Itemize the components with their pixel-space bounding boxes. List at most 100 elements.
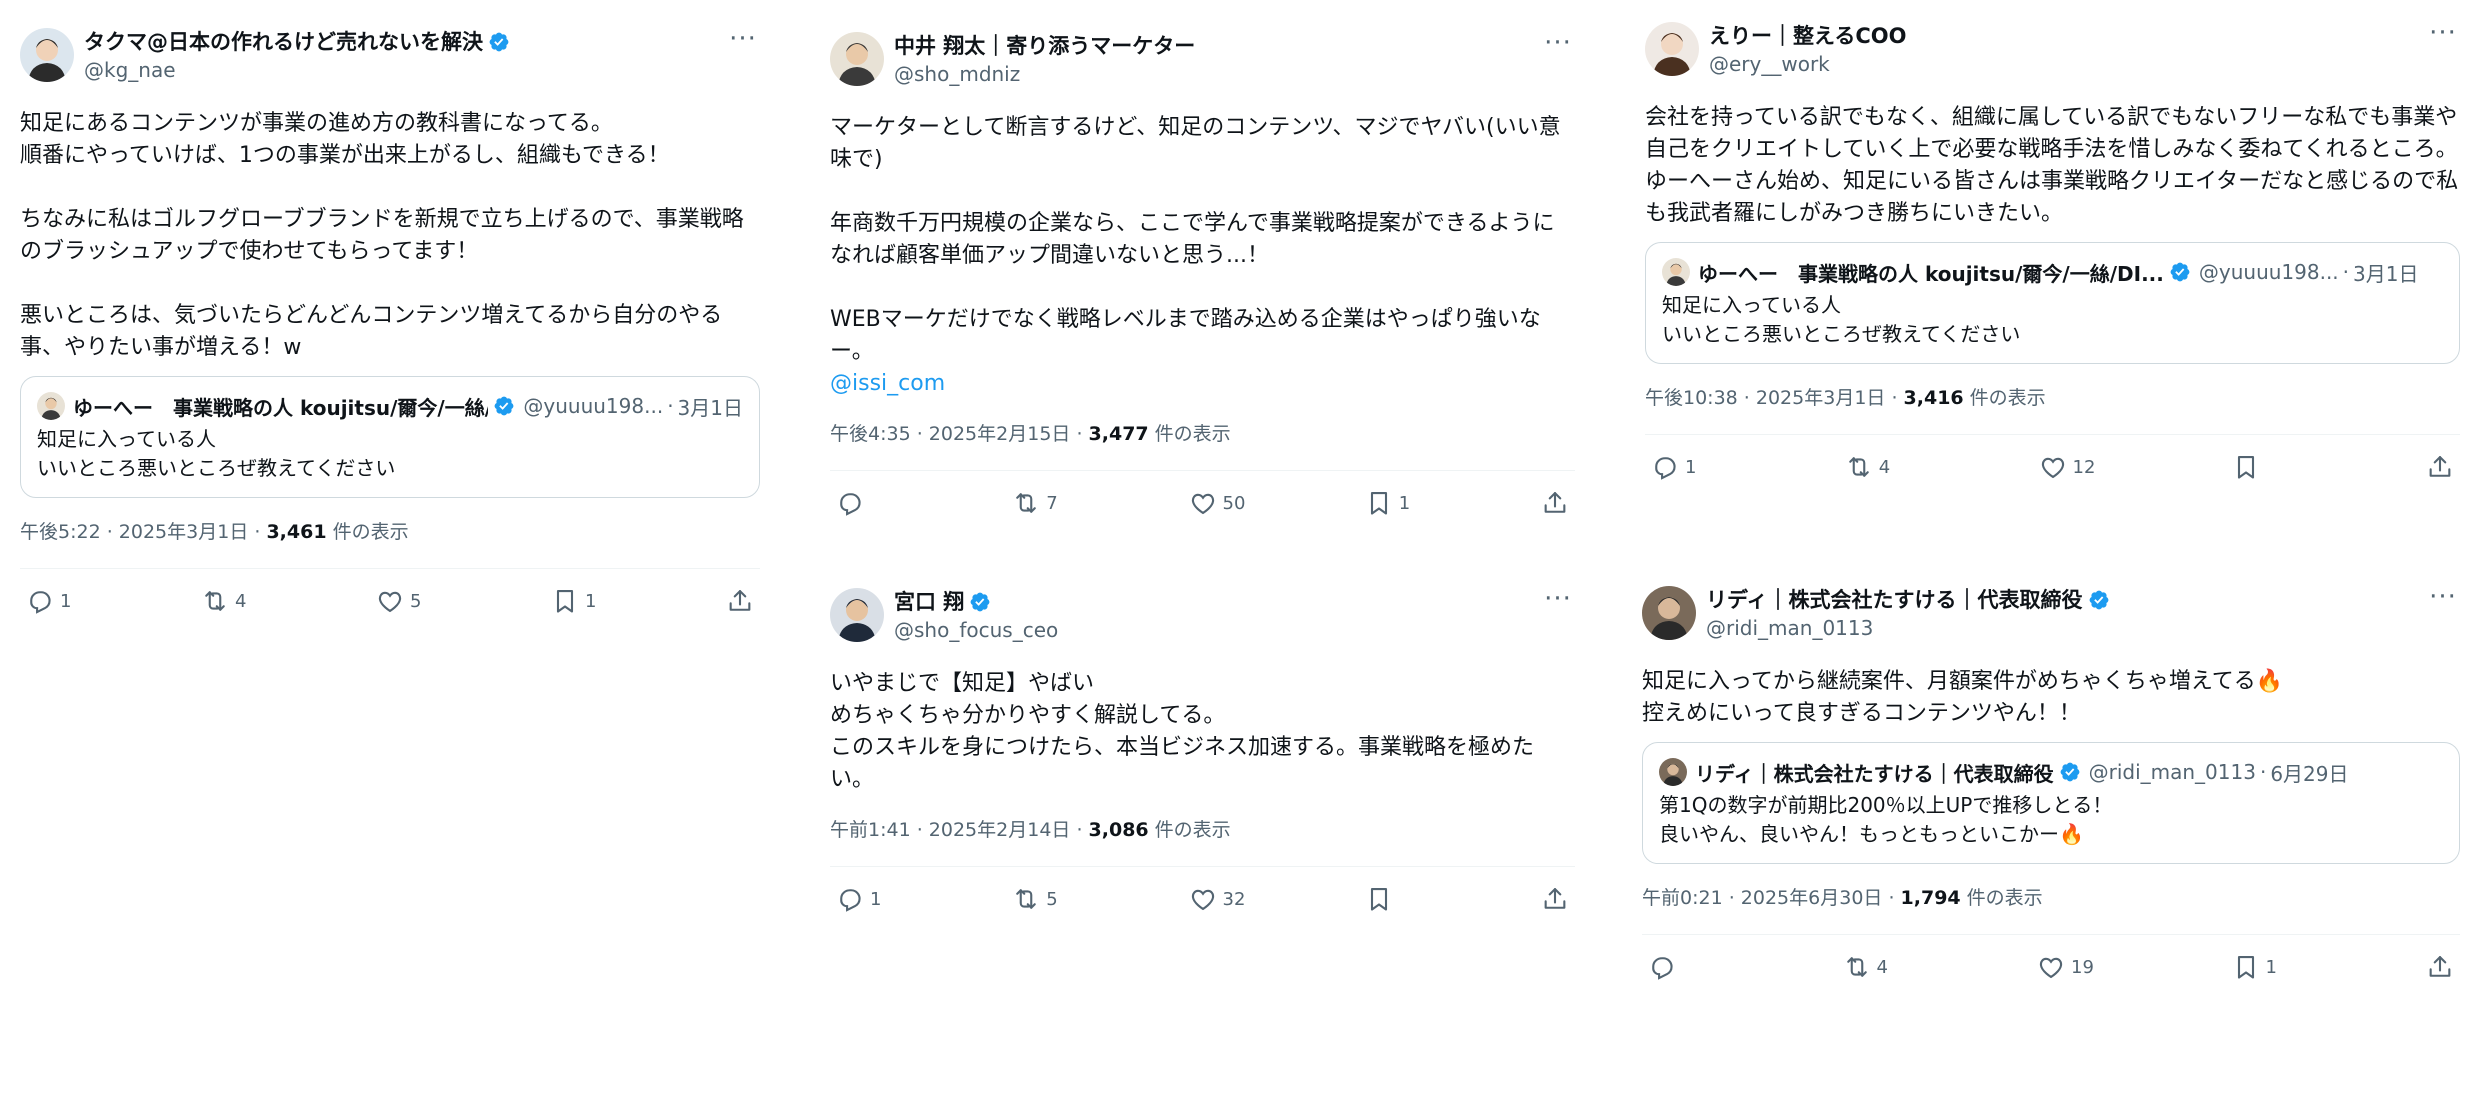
verified-badge-icon <box>2060 762 2080 782</box>
view-count: 3,416 <box>1903 387 1964 409</box>
reply-icon <box>30 591 51 614</box>
retweet-icon <box>1846 957 1867 977</box>
timestamp-text: 午前1:41 · 2025年2月14日 · <box>830 819 1089 841</box>
author-handle[interactable]: @ery__work <box>1709 50 2400 78</box>
retweet-button[interactable]: 4 <box>201 587 261 615</box>
more-options-icon[interactable]: ··· <box>2428 20 2458 48</box>
author-handle[interactable]: @kg_nae <box>84 56 700 84</box>
like-button[interactable]: 32 <box>1189 885 1249 913</box>
tweet-card[interactable]: 宮口 翔 @sho_focus_ceo ··· いやまじで【知足】やばい めちゃくち… <box>830 582 1575 931</box>
author-display-name[interactable]: 中井 翔太｜寄り添うマーケター <box>894 32 1515 60</box>
quoted-author-name: ゆーへー 事業戦略の人 koujitsu/爾今/一絲/DI... <box>73 395 489 420</box>
tweet-text-content: いやまじで【知足】やばい めちゃくちゃ分かりやすく解説してる。 このスキルを身に… <box>830 671 1535 792</box>
retweet-button[interactable]: 5 <box>1012 885 1072 913</box>
tweet-timestamp[interactable]: 午後5:22 · 2025年3月1日 · 3,461 件の表示 <box>20 518 760 546</box>
tweet-timestamp[interactable]: 午前0:21 · 2025年6月30日 · 1,794 件の表示 <box>1642 884 2460 912</box>
author-handle[interactable]: @ridi_man_0113 <box>1706 614 2400 642</box>
tweet-text-content: 知足にあるコンテンツが事業の進め方の教科書になってる。 順番にやっていけば、1つ… <box>20 111 744 360</box>
quoted-author-handle: @yuuuu198... <box>523 394 664 418</box>
tweet-card[interactable]: リディ｜株式会社たすける｜代表取締役 @ridi_man_0113 ··· 知足に入… <box>1642 580 2460 999</box>
share-button[interactable] <box>1541 885 1569 913</box>
quoted-author-name: リディ｜株式会社たすける｜代表取締役 <box>1695 761 2054 786</box>
bookmark-count: 1 <box>1398 492 1411 514</box>
tweet-card[interactable]: タクマ@日本の作れるけど売れないを解決 @kg_nae ··· 知足にあるコンテンツ… <box>20 22 760 633</box>
share-button[interactable] <box>2426 953 2454 981</box>
tweet-header: タクマ@日本の作れるけど売れないを解決 @kg_nae ··· <box>20 22 760 94</box>
reply-button[interactable] <box>836 489 896 517</box>
tweet-card[interactable]: 中井 翔太｜寄り添うマーケター @sho_mdniz ··· マーケターとして断言する… <box>830 26 1575 535</box>
like-button[interactable]: 12 <box>2039 453 2099 481</box>
quoted-author-handle: @ridi_man_0113 <box>2088 760 2256 784</box>
avatar[interactable] <box>1645 22 1699 76</box>
bookmark-icon <box>1370 888 1387 911</box>
like-count: 5 <box>410 590 422 612</box>
like-button[interactable]: 19 <box>2037 953 2097 981</box>
retweet-button[interactable]: 7 <box>1012 489 1072 517</box>
reply-button[interactable]: 1 <box>1651 453 1711 481</box>
share-icon <box>2429 456 2451 477</box>
more-options-icon[interactable]: ··· <box>2428 584 2458 612</box>
share-button[interactable] <box>2426 453 2454 481</box>
retweet-button[interactable]: 4 <box>1843 953 1903 981</box>
like-button[interactable]: 5 <box>376 587 436 615</box>
reply-button[interactable]: 1 <box>836 885 896 913</box>
bookmark-button[interactable] <box>1365 885 1425 913</box>
like-icon <box>378 591 402 613</box>
tweet-timestamp[interactable]: 午後4:35 · 2025年2月15日 · 3,477 件の表示 <box>830 420 1575 448</box>
bookmark-button[interactable]: 1 <box>1365 489 1425 517</box>
tweet-timestamp[interactable]: 午後10:38 · 2025年3月1日 · 3,416 件の表示 <box>1645 384 2460 412</box>
reply-button[interactable] <box>1648 953 1708 981</box>
tweet-card[interactable]: えりー｜整えるCOO @ery__work ··· 会社を持っている訳でもなく、組織に… <box>1645 16 2460 499</box>
retweet-count: 5 <box>1046 888 1058 910</box>
bookmark-button[interactable] <box>2232 453 2292 481</box>
author-name-text: タクマ@日本の作れるけど売れないを解決 <box>84 30 483 54</box>
action-bar: 7 50 1 <box>830 471 1575 535</box>
verified-badge-icon <box>489 32 509 52</box>
view-count-label: 件の表示 <box>1963 387 2046 409</box>
timestamp-text: 午後10:38 · 2025年3月1日 · <box>1645 387 1904 409</box>
view-count-label: 件の表示 <box>326 521 409 543</box>
more-options-icon[interactable]: ··· <box>1543 586 1573 614</box>
retweet-button[interactable]: 4 <box>1845 453 1905 481</box>
author-block: リディ｜株式会社たすける｜代表取締役 @ridi_man_0113 <box>1706 586 2400 642</box>
view-count-label: 件の表示 <box>1148 423 1231 445</box>
avatar[interactable] <box>830 588 884 642</box>
quoted-tweet[interactable]: ゆーへー 事業戦略の人 koujitsu/爾今/一絲/DI... @yuuuu1… <box>20 376 760 498</box>
quoted-tweet-header: ゆーへー 事業戦略の人 koujitsu/爾今/一絲/DI... @yuuuu1… <box>37 389 743 423</box>
share-button[interactable] <box>726 587 754 615</box>
author-name-text: えりー｜整えるCOO <box>1709 24 1907 48</box>
author-display-name[interactable]: えりー｜整えるCOO <box>1709 22 2400 50</box>
share-button[interactable] <box>1541 489 1569 517</box>
author-display-name[interactable]: 宮口 翔 <box>894 588 1515 616</box>
mention-link[interactable]: @issi_com <box>830 371 945 396</box>
avatar[interactable] <box>20 28 74 82</box>
reply-icon <box>840 889 861 912</box>
bookmark-button[interactable]: 1 <box>551 587 611 615</box>
more-options-icon[interactable]: ··· <box>728 26 758 54</box>
tweet-text-content: 会社を持っている訳でもなく、組織に属している訳でもないフリーな私でも事業や自己を… <box>1645 105 2459 226</box>
tweet-timestamp[interactable]: 午前1:41 · 2025年2月14日 · 3,086 件の表示 <box>830 816 1575 844</box>
avatar[interactable] <box>830 32 884 86</box>
quoted-avatar <box>1662 258 1690 286</box>
bookmark-button[interactable]: 1 <box>2232 953 2292 981</box>
author-display-name[interactable]: タクマ@日本の作れるけど売れないを解決 <box>84 28 700 56</box>
reply-button[interactable]: 1 <box>26 587 86 615</box>
bookmark-icon <box>2238 456 2255 479</box>
more-options-icon[interactable]: ··· <box>1543 30 1573 58</box>
author-handle[interactable]: @sho_focus_ceo <box>894 616 1515 644</box>
view-count: 3,477 <box>1088 423 1149 445</box>
retweet-icon <box>205 591 225 611</box>
action-bar: 1 5 32 <box>830 867 1575 931</box>
author-handle[interactable]: @sho_mdniz <box>894 60 1515 88</box>
verified-badge-icon <box>2089 590 2108 610</box>
quoted-tweet[interactable]: ゆーへー 事業戦略の人 koujitsu/爾今/一絲/DI... @yuuuu1… <box>1645 242 2460 364</box>
tweet-text-content: マーケターとして断言するけど、知足のコンテンツ、マジでヤバい(いい意味で) 年商… <box>830 115 1561 364</box>
verified-badge-icon <box>2170 262 2190 282</box>
author-display-name[interactable]: リディ｜株式会社たすける｜代表取締役 <box>1706 586 2400 614</box>
avatar[interactable] <box>1642 586 1696 640</box>
bookmark-icon <box>1370 492 1387 515</box>
quoted-tweet[interactable]: リディ｜株式会社たすける｜代表取締役 @ridi_man_0113 · 6月29日第… <box>1642 742 2460 864</box>
author-name-text: リディ｜株式会社たすける｜代表取締役 <box>1706 588 2083 612</box>
like-button[interactable]: 50 <box>1189 489 1249 517</box>
action-bar: 1 4 12 <box>1645 435 2460 499</box>
